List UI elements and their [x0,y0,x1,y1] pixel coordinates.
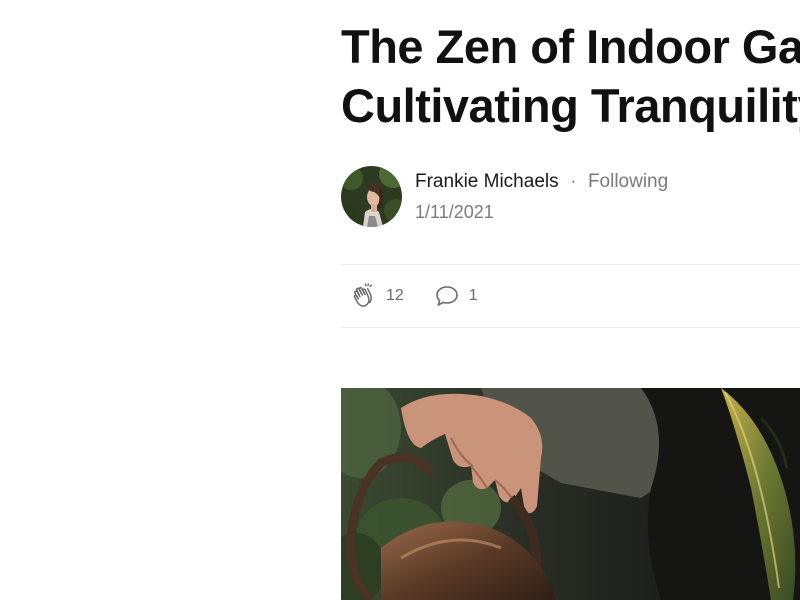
byline-text: Frankie Michaels · Following 1/11/2021 [415,166,668,223]
comment-button[interactable]: 1 [434,284,478,308]
article-title-line-1: The Zen of Indoor Gardening: [341,20,800,73]
comment-bubble-icon [434,284,460,308]
author-portrait-image [341,166,402,227]
clap-icon [351,283,377,309]
comment-count: 1 [468,287,478,304]
author-byline: Frankie Michaels · Following 1/11/2021 [341,166,668,227]
publish-date: 1/11/2021 [415,202,494,222]
following-button[interactable]: Following [588,171,668,193]
byline-separator: · [570,173,576,190]
article: The Zen of Indoor Gardening: Cultivating… [341,0,800,600]
article-title-line-2: Cultivating Tranquility [341,79,800,132]
clap-button[interactable]: 12 [351,283,404,309]
author-avatar[interactable] [341,166,402,227]
author-name-link[interactable]: Frankie Michaels [415,171,559,193]
article-actions-bar: 12 1 [341,264,800,328]
article-title: The Zen of Indoor Gardening: Cultivating… [341,0,800,135]
article-hero-image [341,388,800,600]
watering-plants-photo [341,388,800,600]
clap-count: 12 [386,287,404,304]
byline-author-row: Frankie Michaels · Following [415,171,668,193]
page: The Zen of Indoor Gardening: Cultivating… [0,0,800,600]
